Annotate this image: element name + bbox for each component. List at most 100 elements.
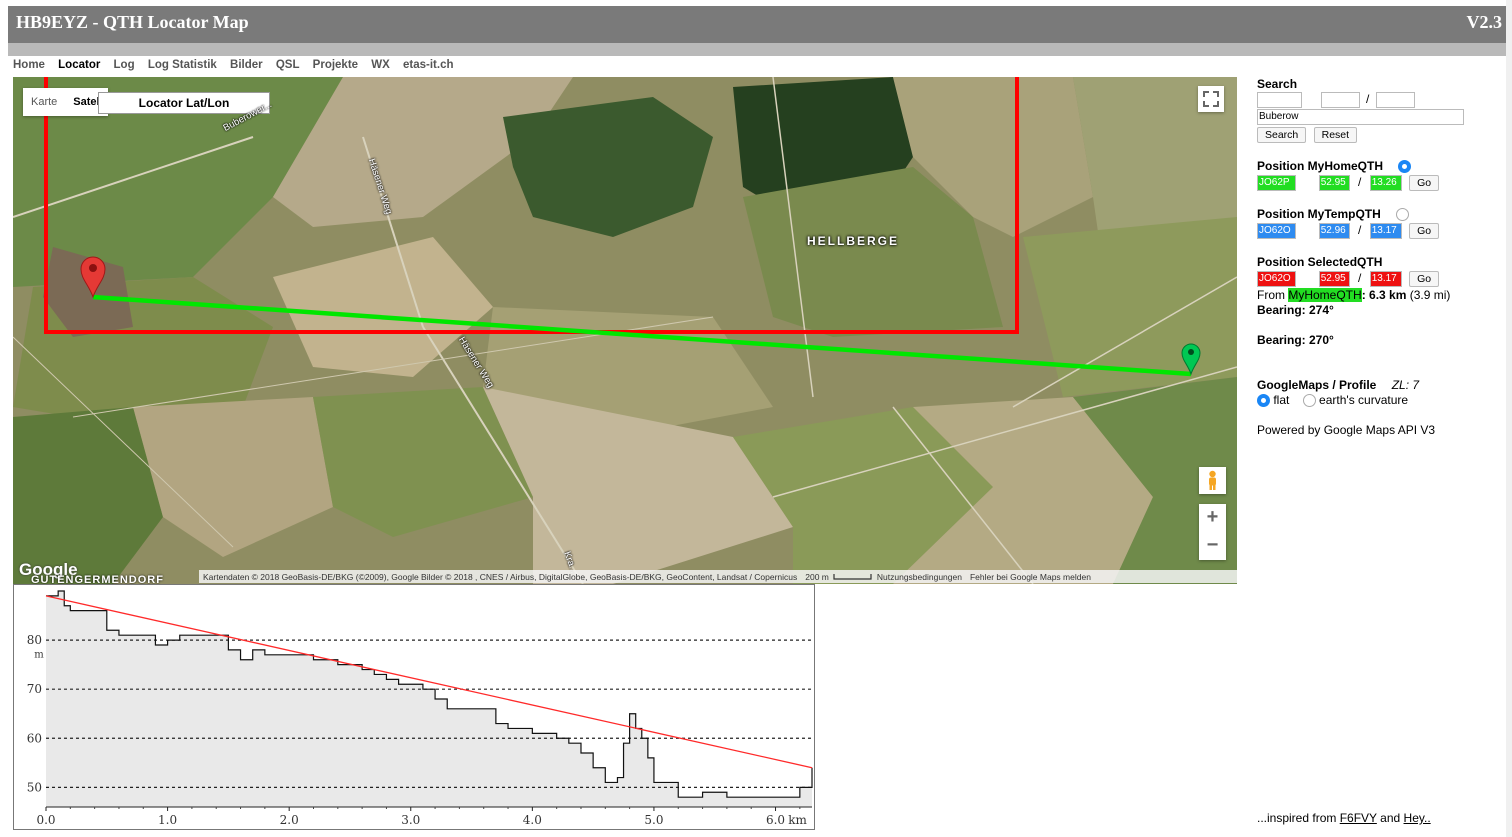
- zoom-level: ZL: 7: [1391, 378, 1420, 392]
- profile-settings-label: GoogleMaps / Profile ZL: 7: [1257, 378, 1419, 392]
- map-overlays: [44, 77, 1201, 377]
- home-lon-field[interactable]: 13.26: [1369, 175, 1402, 191]
- search-lon-input[interactable]: [1375, 92, 1415, 108]
- nav-log[interactable]: Log: [114, 59, 135, 71]
- place-label: GUTENGERMENDORF: [31, 574, 164, 584]
- search-buttons-row: Search Reset: [1257, 127, 1358, 143]
- home-lat-field[interactable]: 52.95: [1318, 175, 1350, 191]
- selected-lat-field[interactable]: 52.95: [1318, 271, 1350, 287]
- report-error-link[interactable]: Fehler bei Google Maps melden: [966, 572, 1095, 582]
- temp-go-button[interactable]: Go: [1409, 223, 1440, 239]
- distance-info: From MyHomeQTH: 6.3 km (3.9 mi): [1257, 288, 1450, 302]
- scale-label[interactable]: 200 m: [801, 572, 833, 582]
- home-marker-icon: [80, 256, 106, 299]
- nav-projekte[interactable]: Projekte: [313, 59, 358, 71]
- footer-credits: ...inspired from F6FVY and Hey..: [1257, 811, 1431, 825]
- target-marker-icon: [1181, 343, 1201, 376]
- x-tick-1: 1.0: [158, 813, 177, 827]
- powered-by: Powered by Google Maps API V3: [1257, 423, 1436, 437]
- fullscreen-icon: [1203, 91, 1219, 107]
- x-tick-5: 5.0: [644, 813, 663, 827]
- attribution-text: Kartendaten © 2018 GeoBasis-DE/BKG (©200…: [203, 571, 798, 582]
- hey-link[interactable]: Hey..: [1404, 811, 1431, 825]
- pegman-icon: [1209, 470, 1216, 490]
- profile-mode-row: flat earth's curvature: [1257, 393, 1409, 408]
- search-button[interactable]: Search: [1257, 127, 1307, 143]
- home-qth-title: Position MyHomeQTH: [1257, 159, 1384, 173]
- version-label: V2.3: [1466, 12, 1503, 32]
- area-label: HELLBERGE: [807, 234, 900, 248]
- flat-label: flat: [1273, 393, 1290, 407]
- distance-km: : 6.3 km: [1361, 288, 1407, 302]
- search-coords-row: /: [1257, 92, 1415, 108]
- curvature-label: earth's curvature: [1319, 393, 1409, 407]
- scale-bar-icon: [833, 573, 872, 580]
- home-qth-row: JO62P 52.95 / 13.26 Go: [1257, 175, 1440, 191]
- temp-locator-field[interactable]: JO62O: [1257, 223, 1296, 239]
- temp-qth-title: Position MyTempQTH: [1257, 207, 1381, 221]
- temp-lon-field[interactable]: 13.17: [1369, 223, 1402, 239]
- x-axis-label: km: [788, 813, 807, 827]
- zoom-out-button[interactable]: −: [1199, 532, 1226, 560]
- nav-qsl[interactable]: QSL: [276, 59, 300, 71]
- map-attribution-bar: Kartendaten © 2018 GeoBasis-DE/BKG (©200…: [199, 570, 1237, 583]
- path-line: [92, 294, 1192, 377]
- footer-mid: and: [1376, 811, 1404, 825]
- locator-rectangle: [44, 77, 1019, 334]
- map-type-control: Karte Satel: [23, 88, 108, 116]
- selected-lon-field[interactable]: 13.17: [1369, 271, 1402, 287]
- home-qth-label: Position MyHomeQTH: [1257, 159, 1412, 174]
- search-lat-input[interactable]: [1320, 92, 1360, 108]
- search-input[interactable]: Buberow: [1257, 109, 1464, 125]
- selected-locator-field[interactable]: JO62O: [1257, 271, 1296, 287]
- curvature-radio[interactable]: [1302, 394, 1316, 408]
- page-title: HB9EYZ - QTH Locator Map: [16, 12, 249, 32]
- nav-wx[interactable]: WX: [371, 59, 390, 71]
- y-tick-0: 80: [27, 633, 42, 647]
- nav-home[interactable]: Home: [13, 59, 45, 71]
- selected-separator: /: [1358, 271, 1362, 286]
- selected-qth-title: Position SelectedQTH: [1257, 255, 1383, 269]
- title-bar: HB9EYZ - QTH Locator Map V2.3: [8, 6, 1506, 43]
- street-view-button[interactable]: [1199, 467, 1226, 494]
- map-type-karte[interactable]: Karte: [23, 88, 65, 116]
- home-locator-field[interactable]: JO62P: [1257, 175, 1296, 191]
- selected-go-button[interactable]: Go: [1409, 271, 1440, 287]
- home-separator: /: [1358, 175, 1362, 190]
- home-go-button[interactable]: Go: [1409, 175, 1440, 191]
- search-label: Search: [1257, 77, 1298, 91]
- map-view[interactable]: Karte Satel Locator Lat/Lon HELLBERGE Bu…: [13, 77, 1237, 584]
- nav-etas-it[interactable]: etas-it.ch: [403, 59, 454, 71]
- selected-qth-row: JO62O 52.95 / 13.17 Go: [1257, 271, 1440, 287]
- nav-bilder[interactable]: Bilder: [230, 59, 263, 71]
- f6fvy-link[interactable]: F6FVY: [1340, 811, 1377, 825]
- distance-mi: (3.9 mi): [1406, 288, 1451, 302]
- search-locator-input[interactable]: [1257, 92, 1302, 108]
- bearing-secondary: Bearing: 270°: [1257, 333, 1334, 347]
- zoom-in-button[interactable]: +: [1199, 504, 1226, 532]
- x-tick-2: 2.0: [280, 813, 299, 827]
- y-axis-label: m: [34, 649, 44, 660]
- x-tick-3: 3.0: [401, 813, 420, 827]
- temp-qth-radio[interactable]: [1396, 208, 1410, 222]
- terms-link[interactable]: Nutzungsbedingungen: [873, 572, 966, 582]
- y-tick-3: 50: [27, 780, 42, 794]
- x-tick-0: 0.0: [36, 813, 55, 827]
- temp-lat-field[interactable]: 52.96: [1318, 223, 1350, 239]
- search-separator: /: [1366, 92, 1370, 107]
- nav-locator[interactable]: Locator: [58, 59, 100, 71]
- flat-radio[interactable]: [1257, 394, 1270, 408]
- page-scrollbar[interactable]: [1506, 0, 1512, 837]
- temp-qth-label: Position MyTempQTH: [1257, 207, 1410, 222]
- from-reference: MyHomeQTH: [1288, 288, 1362, 302]
- footer-prefix: ...inspired from: [1257, 811, 1340, 825]
- reset-button[interactable]: Reset: [1313, 127, 1358, 143]
- y-tick-2: 60: [27, 731, 42, 745]
- nav-log-statistik[interactable]: Log Statistik: [148, 59, 217, 71]
- x-tick-4: 4.0: [523, 813, 542, 827]
- temp-separator: /: [1358, 223, 1362, 238]
- fullscreen-button[interactable]: [1198, 86, 1224, 112]
- from-prefix: From: [1257, 288, 1289, 302]
- home-qth-radio[interactable]: [1398, 160, 1412, 174]
- profile-label: GoogleMaps / Profile: [1257, 378, 1377, 392]
